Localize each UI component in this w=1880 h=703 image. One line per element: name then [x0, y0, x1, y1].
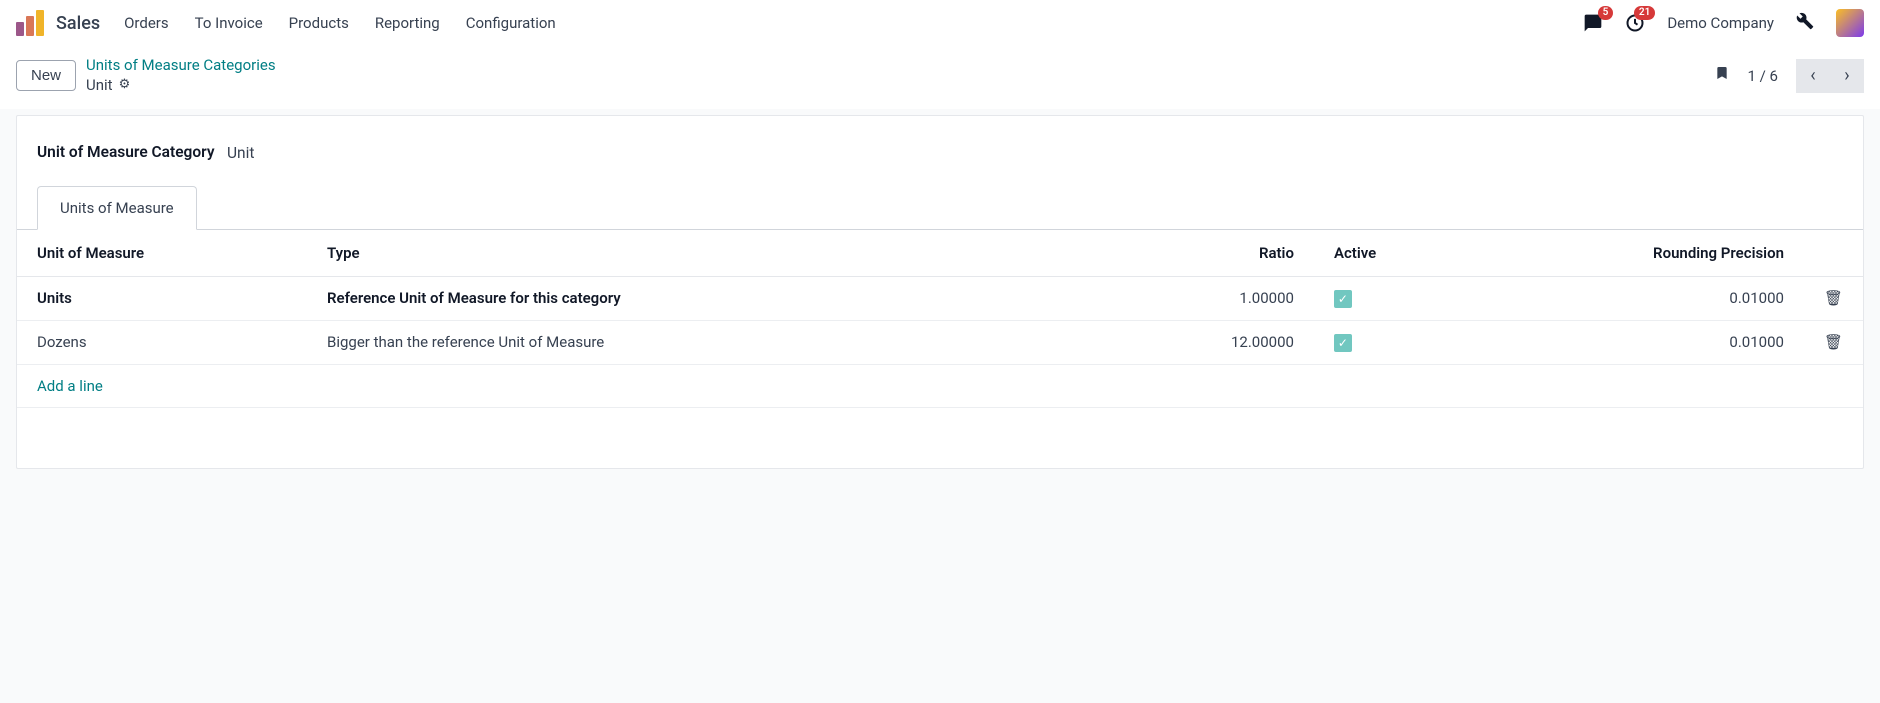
th-uom[interactable]: Unit of Measure: [17, 230, 307, 277]
check-icon[interactable]: ✓: [1334, 290, 1352, 308]
nav-reporting[interactable]: Reporting: [375, 14, 440, 32]
gear-icon[interactable]: ⚙: [119, 77, 131, 94]
cell-type[interactable]: Reference Unit of Measure for this categ…: [307, 276, 1204, 320]
breadcrumb: Units of Measure Categories Unit ⚙: [86, 56, 276, 95]
avatar[interactable]: [1836, 9, 1864, 37]
cell-ratio[interactable]: 12.00000: [1204, 320, 1314, 364]
field-category-label: Unit of Measure Category: [37, 142, 227, 164]
nav-configuration[interactable]: Configuration: [466, 14, 556, 32]
add-line-button[interactable]: Add a line: [37, 377, 103, 395]
pager-next[interactable]: ›: [1830, 59, 1864, 93]
th-rounding[interactable]: Rounding Precision: [1404, 230, 1804, 277]
cell-ratio[interactable]: 1.00000: [1204, 276, 1314, 320]
new-button[interactable]: New: [16, 60, 76, 91]
bookmark-icon[interactable]: [1714, 63, 1730, 88]
messages-button[interactable]: 5: [1583, 13, 1603, 33]
trash-icon[interactable]: 🗑: [1824, 333, 1843, 351]
table-header-row: Unit of Measure Type Ratio Active Roundi…: [17, 230, 1863, 277]
sheet-container: Unit of Measure Category Unit Units of M…: [0, 115, 1880, 499]
tabs: Units of Measure: [17, 186, 1863, 230]
cell-uom[interactable]: Dozens: [17, 320, 307, 364]
cell-rounding[interactable]: 0.01000: [1404, 276, 1804, 320]
cell-active[interactable]: ✓: [1314, 276, 1404, 320]
company-switcher[interactable]: Demo Company: [1667, 14, 1774, 32]
cell-type[interactable]: Bigger than the reference Unit of Measur…: [307, 320, 1204, 364]
pager-count[interactable]: 1 / 6: [1748, 67, 1779, 85]
trash-icon[interactable]: 🗑: [1824, 289, 1843, 307]
activities-button[interactable]: 21: [1625, 13, 1645, 33]
nav-to-invoice[interactable]: To Invoice: [195, 14, 263, 32]
nav-orders[interactable]: Orders: [124, 14, 169, 32]
activities-badge: 21: [1634, 6, 1655, 20]
check-icon[interactable]: ✓: [1334, 334, 1352, 352]
breadcrumb-current-label: Unit: [86, 76, 113, 96]
field-category: Unit of Measure Category Unit: [17, 116, 1863, 172]
add-line-row: Add a line: [17, 364, 1863, 407]
table-row[interactable]: Dozens Bigger than the reference Unit of…: [17, 320, 1863, 364]
form-sheet: Unit of Measure Category Unit Units of M…: [16, 115, 1864, 469]
topbar-right: 5 21 Demo Company: [1583, 9, 1864, 37]
breadcrumb-current: Unit ⚙: [86, 76, 276, 96]
tools-icon: [1796, 12, 1814, 30]
pager-prev[interactable]: ‹: [1796, 59, 1830, 93]
th-delete: [1804, 230, 1863, 277]
messages-badge: 5: [1598, 6, 1614, 20]
nav-products[interactable]: Products: [289, 14, 349, 32]
app-name[interactable]: Sales: [56, 13, 100, 34]
app-logo[interactable]: [16, 10, 44, 36]
th-type[interactable]: Type: [307, 230, 1204, 277]
uom-table: Unit of Measure Type Ratio Active Roundi…: [17, 230, 1863, 408]
cell-active[interactable]: ✓: [1314, 320, 1404, 364]
tab-units-of-measure[interactable]: Units of Measure: [37, 186, 197, 230]
th-active[interactable]: Active: [1314, 230, 1404, 277]
control-bar: New Units of Measure Categories Unit ⚙ 1…: [0, 46, 1880, 109]
breadcrumb-parent[interactable]: Units of Measure Categories: [86, 56, 276, 76]
cell-uom[interactable]: Units: [17, 276, 307, 320]
top-navbar: Sales Orders To Invoice Products Reporti…: [0, 0, 1880, 46]
debug-icon[interactable]: [1796, 12, 1814, 34]
field-category-value[interactable]: Unit: [227, 142, 254, 162]
controlbar-right: 1 / 6 ‹ ›: [1714, 59, 1865, 93]
table-row[interactable]: Units Reference Unit of Measure for this…: [17, 276, 1863, 320]
cell-rounding[interactable]: 0.01000: [1404, 320, 1804, 364]
nav-menu: Orders To Invoice Products Reporting Con…: [124, 14, 556, 32]
th-ratio[interactable]: Ratio: [1204, 230, 1314, 277]
